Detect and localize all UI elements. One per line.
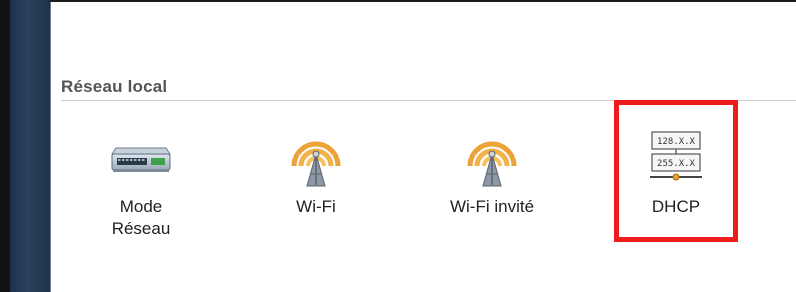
sidebar-panel (10, 0, 51, 292)
tile-wifi[interactable]: Wi-Fi (261, 132, 371, 218)
network-switch-icon (86, 132, 196, 190)
tile-mode-reseau[interactable]: Mode Réseau (86, 132, 196, 240)
tile-label-line2: Réseau (111, 219, 171, 238)
section-title: Réseau local (61, 77, 168, 96)
tile-label: Wi-Fi invité (449, 197, 535, 216)
dhcp-highlight-box (614, 100, 738, 242)
window-edge (0, 0, 10, 292)
tile-label-line1: Mode (119, 197, 163, 216)
tile-label: Wi-Fi (296, 197, 336, 216)
tile-wifi-invite[interactable]: Wi-Fi invité (437, 132, 547, 218)
main-content: Réseau local Mode Réseau Wi-Fi Wi-Fi inv… (51, 2, 796, 292)
guest-wifi-antenna-icon (437, 132, 547, 190)
wifi-antenna-icon (261, 132, 371, 190)
